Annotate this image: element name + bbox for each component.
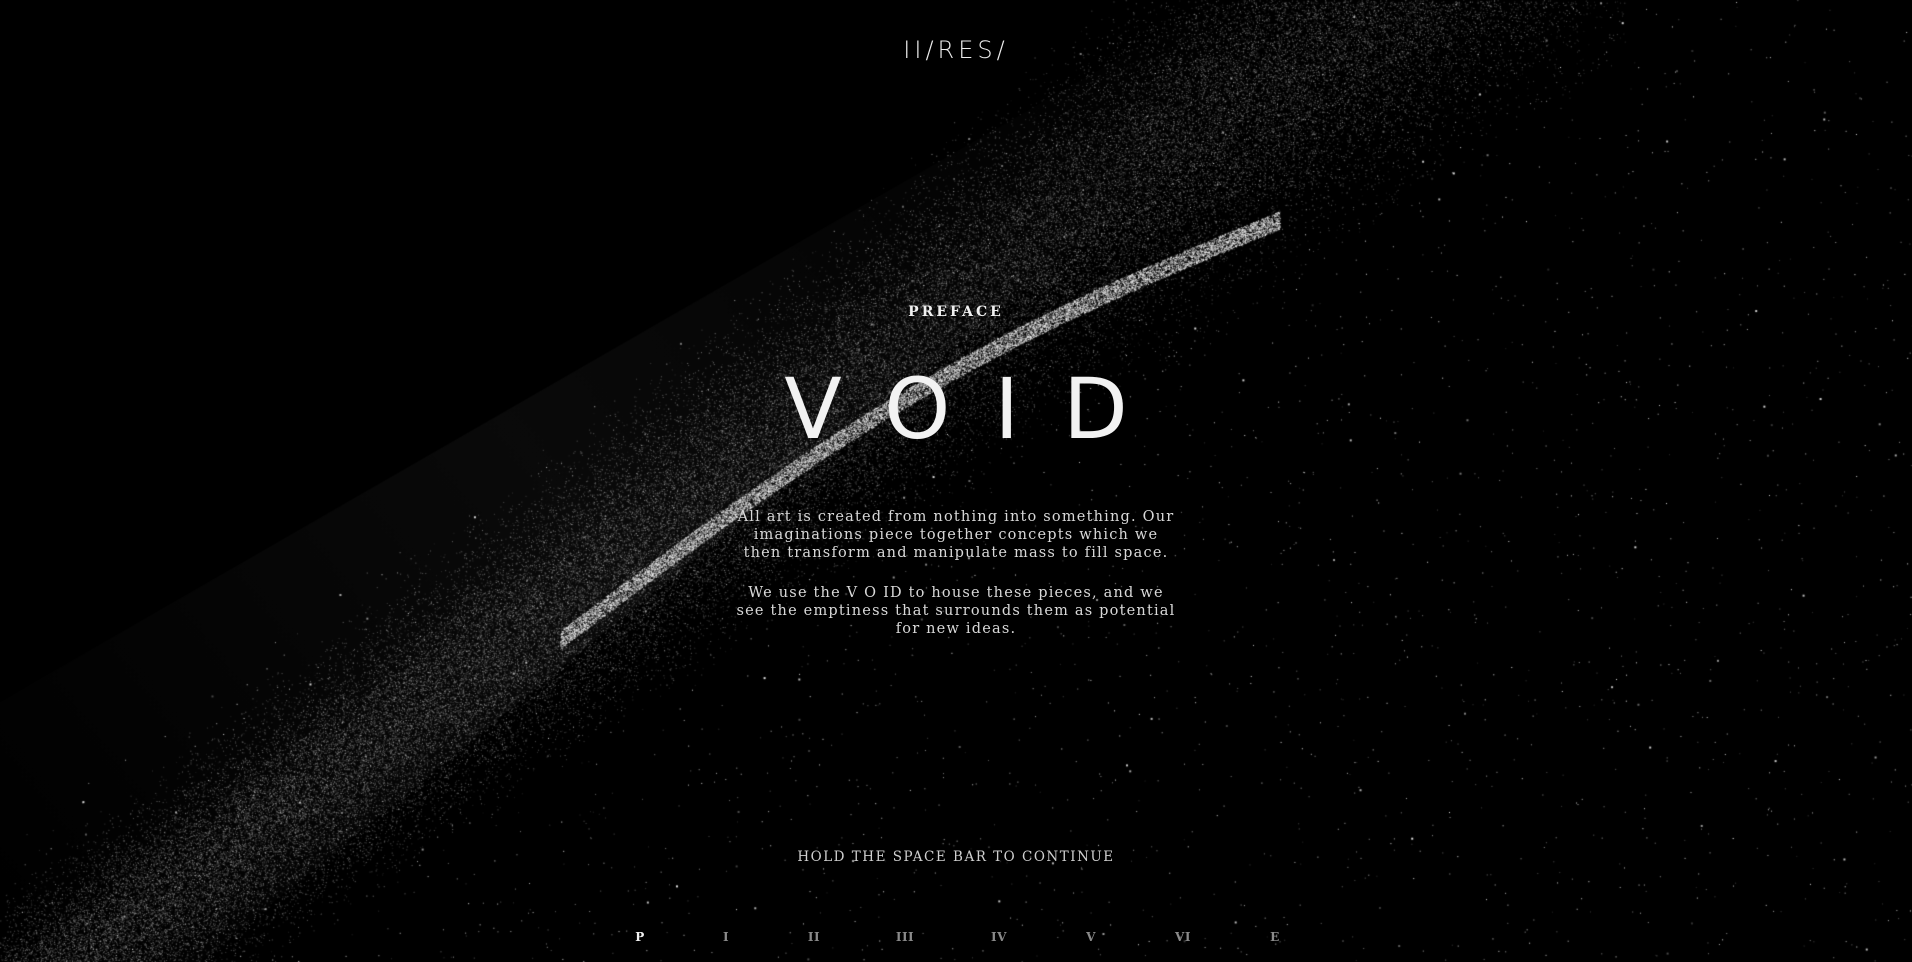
chapter-nav-5[interactable]: V [1086,930,1096,944]
chapter-nav-epilogue[interactable]: E [1270,930,1280,944]
preface-paragraph-2: We use the V O ID to house these pieces,… [736,585,1176,637]
preface-text: All art is created from nothing into som… [736,508,1176,660]
void-page: II/RES/ PREFACE VOID All art is created … [0,0,1912,962]
chapter-navigation: P I II III IV V VI E [620,930,1300,950]
chapter-nav-6[interactable]: VI [1175,930,1191,944]
chapter-nav-1[interactable]: I [723,930,729,944]
page-title: VOID [784,360,1172,458]
section-kicker: PREFACE [908,304,1004,320]
particle-galaxy-background [0,0,1912,962]
continue-hint: HOLD THE SPACE BAR TO CONTINUE [797,849,1115,865]
chapter-nav-preface[interactable]: P [635,930,645,944]
chapter-nav-4[interactable]: IV [991,930,1007,944]
chapter-nav-2[interactable]: II [808,930,820,944]
preface-paragraph-1: All art is created from nothing into som… [737,509,1175,561]
chapter-nav-3[interactable]: III [896,930,914,944]
site-logo[interactable]: II/RES/ [0,36,1912,64]
